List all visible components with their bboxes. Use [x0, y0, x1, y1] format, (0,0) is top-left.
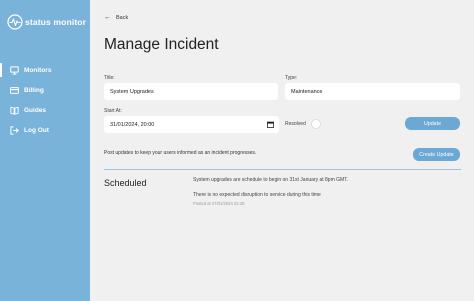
start-label: Start At: [104, 108, 122, 114]
arrow-left-icon: ← [104, 14, 111, 21]
start-datetime-input[interactable]: 31/01/2024, 20:00 [104, 116, 279, 133]
back-link[interactable]: ← Back [104, 14, 128, 21]
monitor-icon [10, 65, 19, 75]
type-label: Type: [285, 75, 298, 81]
update-status: Scheduled [104, 178, 147, 188]
sidebar-item-logout[interactable]: Log Out [0, 123, 90, 137]
update-message-line1: System upgrades are schedule to begin on… [193, 177, 349, 183]
sidebar-item-monitors[interactable]: Monitors [0, 63, 90, 77]
resolved-label: Resolved [285, 121, 306, 127]
page-title: Manage Incident [104, 36, 219, 53]
sidebar-item-label: Log Out [24, 126, 49, 134]
back-label: Back [116, 14, 129, 21]
updates-info-text: Post updates to keep your users informed… [104, 150, 257, 156]
book-icon [10, 106, 19, 115]
update-message-line2: There is no expected disruption to servi… [193, 192, 321, 198]
billing-icon [10, 86, 19, 94]
create-update-button[interactable]: Create Update [413, 148, 460, 161]
sidebar-item-billing[interactable]: Billing [0, 83, 90, 97]
sidebar-item-label: Monitors [24, 66, 52, 74]
divider [104, 169, 461, 170]
title-label: Title: [104, 75, 115, 81]
calendar-icon[interactable] [267, 121, 274, 128]
update-button[interactable]: Update [405, 117, 460, 130]
pulse-logo-icon [7, 14, 23, 30]
type-select[interactable]: Maintenance [285, 83, 460, 100]
sidebar-item-label: Billing [24, 86, 44, 94]
resolved-toggle[interactable] [311, 119, 321, 129]
sidebar-item-guides[interactable]: Guides [0, 103, 90, 117]
title-input-value: System Upgrades [110, 88, 154, 95]
logout-icon [10, 125, 19, 135]
main-content: ← Back Manage Incident Title: System Upg… [90, 0, 474, 301]
sidebar: status monitor Monitors Billing Guides L… [0, 0, 90, 301]
brand[interactable]: status monitor [7, 14, 86, 30]
title-input[interactable]: System Upgrades [104, 83, 278, 100]
update-posted-at: Posted at 27/01/2024 22:38 [193, 201, 245, 206]
start-datetime-value: 31/01/2024, 20:00 [110, 121, 155, 128]
brand-name: status monitor [25, 17, 87, 27]
type-select-value: Maintenance [291, 88, 323, 95]
sidebar-item-label: Guides [24, 106, 47, 114]
